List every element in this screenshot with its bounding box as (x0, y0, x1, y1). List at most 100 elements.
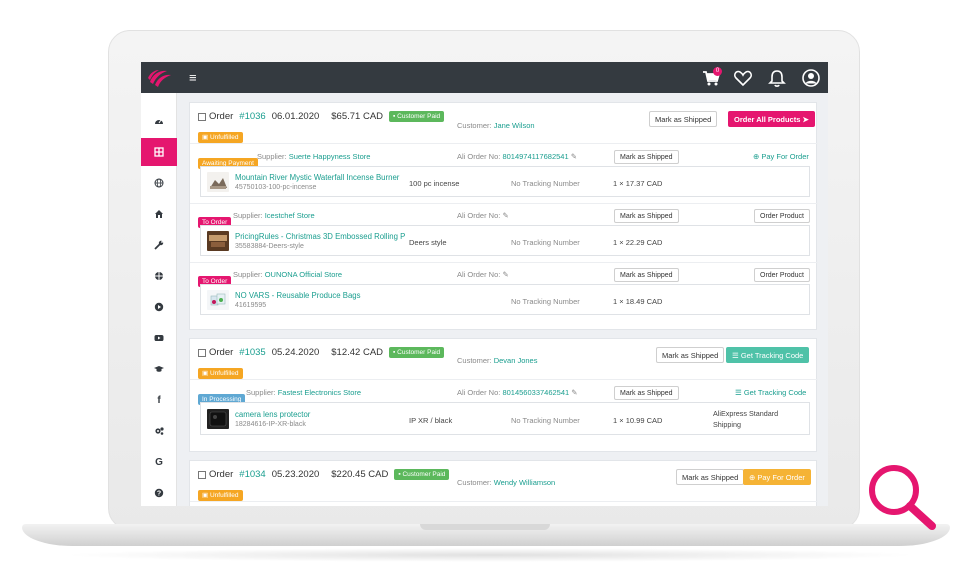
shipping-method: AliExpress Standard Shipping (713, 409, 779, 429)
product-thumbnail[interactable] (207, 231, 229, 251)
menu-toggle-icon[interactable]: ≡ (189, 71, 197, 84)
graduation-cap-icon (154, 366, 164, 372)
edit-icon[interactable]: ✎ (502, 270, 508, 279)
mark-as-shipped-button[interactable]: Mark as Shipped (649, 111, 718, 127)
supplier-name-link[interactable]: Fastest Electronics Store (278, 388, 361, 397)
order-prefix: Order (209, 347, 234, 358)
ali-order-number-link[interactable]: 8014974117682541 (502, 152, 568, 161)
play-icon (154, 302, 164, 312)
order-number-link[interactable]: #1036 (239, 111, 265, 122)
sidebar-item-dashboard[interactable] (141, 107, 177, 135)
pay-for-order-link[interactable]: ⊕ Pay For Order (753, 152, 809, 161)
unfulfilled-badge: ▣ Unfulfilled (198, 368, 243, 379)
globe-icon (154, 178, 164, 188)
edit-icon[interactable]: ✎ (502, 211, 508, 220)
help-icon: ? (154, 488, 164, 498)
order-date: 05.24.2020 (271, 347, 320, 358)
supplier-name-link[interactable]: OUNONA Official Store (265, 270, 342, 279)
product-quantity-price: 1 × 17.37 CAD (613, 179, 663, 188)
product-name-link[interactable]: NO VARS - Reusable Produce Bags (235, 291, 405, 300)
supplier-name-link[interactable]: Suerte Happyness Store (289, 152, 371, 161)
divider (190, 501, 818, 502)
product-quantity-price: 1 × 18.49 CAD (613, 297, 663, 306)
product-sku: 18284616-IP-XR-black (235, 421, 306, 428)
sidebar-item-play[interactable] (141, 293, 177, 321)
youtube-icon (154, 335, 164, 341)
sidebar-item-target[interactable] (141, 262, 177, 290)
customer-name-link[interactable]: Jane Wilson (494, 121, 535, 130)
sidebar-item-youtube[interactable] (141, 324, 177, 352)
edit-icon[interactable]: ✎ (571, 388, 577, 397)
bell-icon[interactable] (767, 68, 787, 88)
tracking-number: No Tracking Number (511, 179, 580, 188)
ali-order-info: Ali Order No: ✎ (457, 211, 509, 220)
supplier-mark-shipped-button[interactable]: Mark as Shipped (614, 386, 679, 400)
sidebar-item-facebook[interactable]: f (141, 386, 177, 414)
brand-logo-icon[interactable] (147, 67, 173, 89)
magnifier-icon (869, 465, 936, 530)
user-avatar-icon[interactable] (801, 68, 821, 88)
unfulfilled-badge-wrap: ▣ Unfulfilled (198, 484, 243, 502)
sidebar-item-academy[interactable] (141, 355, 177, 383)
product-thumbnail[interactable] (207, 172, 229, 192)
order-header: Order #1035 05.24.2020 $12.42 CAD ▪ Cust… (198, 347, 445, 358)
sidebar-item-tools[interactable] (141, 231, 177, 259)
heart-icon[interactable] (733, 68, 753, 88)
customer-name-link[interactable]: Devan Jones (494, 356, 538, 365)
order-doc-icon (198, 470, 206, 479)
divider (190, 203, 818, 204)
order-all-products-button[interactable]: Order All Products ➤ (728, 111, 815, 127)
unfulfilled-badge-wrap: ▣ Unfulfilled (198, 126, 243, 144)
product-name-link[interactable]: Mountain River Mystic Waterfall Incense … (235, 173, 405, 182)
svg-text:?: ? (157, 491, 161, 498)
get-tracking-code-button[interactable]: ☰ Get Tracking Code (726, 347, 810, 363)
product-quantity-price: 1 × 22.29 CAD (613, 238, 663, 247)
crosshair-icon (155, 272, 163, 280)
order-total: $65.71 CAD (331, 111, 384, 122)
product-sku: 35583884-Deers-style (235, 243, 304, 250)
supplier-name-link[interactable]: Icestchef Store (265, 211, 315, 220)
sidebar-item-help[interactable]: ? (141, 479, 177, 506)
supplier-mark-shipped-button[interactable]: Mark as Shipped (614, 209, 679, 223)
sidebar-item-orders[interactable] (141, 138, 177, 166)
order-doc-icon (198, 348, 206, 357)
sidebar-item-home[interactable] (141, 200, 177, 228)
sidebar-item-settings[interactable] (141, 417, 177, 445)
product-name-link[interactable]: camera lens protector (235, 410, 405, 419)
ali-order-info: Ali Order No: 8014974117682541 ✎ (457, 152, 578, 161)
order-product-button[interactable]: Order Product (754, 209, 810, 223)
order-card: Order #1035 05.24.2020 $12.42 CAD ▪ Cust… (189, 338, 818, 452)
order-number-link[interactable]: #1034 (239, 469, 265, 480)
product-thumbnail[interactable] (207, 290, 229, 310)
divider (190, 379, 818, 380)
google-icon: G (155, 456, 163, 468)
tracking-number: No Tracking Number (511, 416, 580, 425)
product-variant: Deers style (409, 238, 447, 247)
divider (190, 143, 818, 144)
customer-info: Customer: Wendy Williamson (457, 478, 556, 487)
supplier-mark-shipped-button[interactable]: Mark as Shipped (614, 268, 679, 282)
product-name-link[interactable]: PricingRules - Christmas 3D Embossed Rol… (235, 232, 405, 241)
supplier-mark-shipped-button[interactable]: Mark as Shipped (614, 150, 679, 164)
product-thumbnail[interactable] (207, 409, 229, 429)
edit-icon[interactable]: ✎ (571, 152, 577, 161)
orders-icon (154, 147, 164, 157)
customer-paid-badge: ▪ Customer Paid (389, 347, 445, 358)
ali-order-number-link[interactable]: 8014560337462541 (502, 388, 569, 397)
order-number-link[interactable]: #1035 (239, 347, 265, 358)
laptop-notch (420, 524, 550, 530)
mark-as-shipped-button[interactable]: Mark as Shipped (676, 469, 745, 485)
customer-name-link[interactable]: Wendy Williamson (494, 478, 556, 487)
ali-order-info: Ali Order No: 8014560337462541 ✎ (457, 388, 578, 397)
unfulfilled-badge: ▣ Unfulfilled (198, 132, 243, 143)
unfulfilled-badge: ▣ Unfulfilled (198, 490, 243, 501)
product-row: camera lens protector 18284616-IP-XR-bla… (200, 402, 810, 435)
order-total: $220.45 CAD (331, 469, 389, 480)
sidebar-item-globe[interactable] (141, 169, 177, 197)
pay-for-order-button[interactable]: ⊕ Pay For Order (743, 469, 811, 485)
order-card: Order #1034 05.23.2020 $220.45 CAD ▪ Cus… (189, 460, 818, 506)
get-tracking-code-link[interactable]: ☰ Get Tracking Code (735, 388, 806, 397)
mark-as-shipped-button[interactable]: Mark as Shipped (656, 347, 725, 363)
order-product-button[interactable]: Order Product (754, 268, 810, 282)
sidebar-item-google[interactable]: G (141, 448, 177, 476)
